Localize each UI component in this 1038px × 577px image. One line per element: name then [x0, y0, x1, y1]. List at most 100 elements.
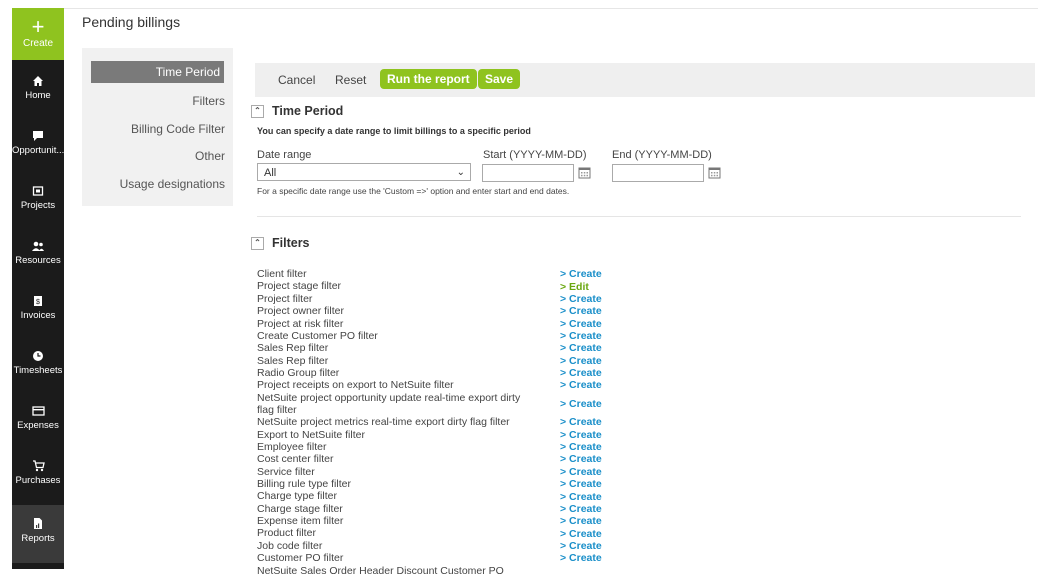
page-title: Pending billings [82, 14, 181, 30]
filter-name: Client filter [257, 268, 307, 281]
filter-row: Product filter > Create [257, 527, 617, 539]
filter-row: NetSuite project metrics real-time expor… [257, 416, 617, 428]
date-range-select[interactable]: All ⌄ [257, 163, 471, 181]
home-icon [33, 76, 43, 86]
clock-icon [33, 351, 43, 361]
svg-text:$: $ [36, 299, 40, 306]
filter-name: Expense item filter [257, 515, 344, 528]
filter-row: Export to NetSuite filter > Create [257, 429, 617, 441]
filter-create-link[interactable]: > Create [560, 416, 602, 428]
filter-name: Export to NetSuite filter [257, 428, 365, 441]
filter-name: Create Customer PO filter [257, 329, 378, 342]
filter-row: Project filter > Create [257, 293, 617, 305]
date-range-hint: For a specific date range use the 'Custo… [257, 186, 570, 196]
card-icon [31, 406, 45, 416]
calendar-icon[interactable] [708, 166, 721, 179]
filter-name: NetSuite Sales Order Header Discount Cus… [257, 564, 504, 577]
chevron-down-icon: ⌄ [456, 167, 465, 178]
filter-create-link[interactable]: > Create [560, 441, 602, 453]
nav-item-resources[interactable]: Resources [12, 240, 64, 290]
side-menu-billing-code-filter[interactable]: Billing Code Filter [131, 122, 225, 136]
filter-row: Employee filter > Create [257, 441, 617, 453]
filter-name: Service filter [257, 465, 315, 478]
nav-item-home[interactable]: Home [12, 75, 64, 125]
filter-create-link[interactable]: > Create [560, 342, 602, 354]
reset-button[interactable]: Reset [335, 73, 366, 87]
filter-row: Job code filter > Create [257, 540, 617, 552]
filter-name: Sales Rep filter [257, 354, 329, 367]
filter-row: Charge type filter > Create [257, 490, 617, 502]
nav-item-purchases[interactable]: Purchases [12, 460, 64, 510]
filter-name: Charge stage filter [257, 502, 343, 515]
filter-create-link[interactable]: > Create [560, 515, 602, 527]
filter-create-link[interactable]: > Create [560, 429, 602, 441]
projects-icon [32, 186, 44, 196]
filter-create-link[interactable]: > Create [560, 503, 602, 515]
side-menu-filters[interactable]: Filters [192, 94, 225, 108]
filter-row: Project receipts on export to NetSuite f… [257, 379, 617, 391]
filter-row: NetSuite project opportunity update real… [257, 392, 617, 417]
run-report-button[interactable]: Run the report [380, 69, 477, 89]
filter-name: NetSuite project opportunity update real… [257, 391, 521, 416]
nav-item-reports[interactable]: Reports [12, 505, 64, 563]
side-menu-other[interactable]: Other [195, 149, 225, 163]
filter-name: Billing rule type filter [257, 478, 351, 491]
filter-create-link[interactable]: > Create [560, 367, 602, 379]
collapse-icon[interactable]: ⌃ [251, 237, 264, 251]
filter-name: Product filter [257, 527, 316, 540]
filter-create-link[interactable]: > Create [560, 293, 602, 305]
filter-create-link[interactable]: > Create [560, 466, 602, 478]
filter-create-link[interactable]: > Create [560, 355, 602, 367]
create-button[interactable]: + Create [12, 8, 64, 60]
nav-item-opportunities[interactable]: Opportunit... [12, 130, 64, 180]
filter-create-link[interactable]: > Create [560, 540, 602, 552]
filter-name: NetSuite project metrics real-time expor… [257, 416, 510, 429]
filter-list: Client filter > Create Project stage filte… [257, 268, 617, 577]
filter-create-link[interactable]: > Create [560, 527, 602, 539]
filter-name: Project owner filter [257, 305, 344, 318]
chat-icon [33, 131, 43, 141]
filter-row: Radio Group filter > Create [257, 367, 617, 379]
start-date-label: Start (YYYY-MM-DD) [483, 149, 587, 161]
filter-row: Expense item filter > Create [257, 515, 617, 527]
collapse-icon[interactable]: ⌃ [251, 105, 264, 119]
header-divider [64, 8, 1038, 9]
report-side-menu: Time Period Filters Billing Code Filter … [82, 48, 233, 206]
nav-item-invoices[interactable]: $ Invoices [12, 295, 64, 345]
filter-create-link[interactable]: > Create [560, 379, 602, 391]
users-icon [32, 241, 44, 251]
filters-heading: ⌃ Filters [251, 236, 310, 251]
filter-row: Service filter > Create [257, 466, 617, 478]
save-button[interactable]: Save [478, 69, 521, 89]
filter-create-link[interactable]: > Create [560, 453, 602, 465]
left-navigation: + Create Home Opportunit... Projects Res… [12, 8, 64, 569]
plus-icon: + [31, 14, 45, 39]
cancel-button[interactable]: Cancel [278, 73, 315, 87]
filter-row: Client filter > Create [257, 268, 617, 280]
calendar-icon[interactable] [578, 166, 591, 179]
nav-item-expenses[interactable]: Expenses [12, 405, 64, 455]
filter-create-link[interactable]: > Create [560, 317, 602, 329]
nav-item-timesheets[interactable]: Timesheets [12, 350, 64, 400]
filter-row: Project at risk filter > Create [257, 317, 617, 329]
filter-create-link[interactable]: > Create [560, 398, 602, 410]
section-divider [257, 216, 1021, 217]
side-menu-time-period[interactable]: Time Period [91, 61, 224, 83]
filter-row: Sales Rep filter > Create [257, 355, 617, 367]
filter-row: Project stage filter > Edit [257, 280, 617, 292]
filter-create-link[interactable]: > Create [560, 490, 602, 502]
filter-create-link[interactable]: > Create [560, 552, 602, 564]
filter-create-link[interactable]: > Create [560, 478, 602, 490]
filter-edit-link[interactable]: > Edit [560, 280, 589, 292]
end-date-input[interactable] [612, 164, 704, 182]
side-menu-usage-designations[interactable]: Usage designations [120, 177, 225, 191]
filter-name: Radio Group filter [257, 366, 340, 379]
filter-create-link[interactable]: > Create [560, 305, 602, 317]
filter-create-link[interactable]: > Create [560, 268, 602, 280]
nav-item-projects[interactable]: Projects [12, 185, 64, 235]
filter-create-link[interactable]: > Create [560, 330, 602, 342]
filter-row: Cost center filter > Create [257, 453, 617, 465]
start-date-input[interactable] [482, 164, 574, 182]
filter-row: Project owner filter > Create [257, 305, 617, 317]
report-icon [34, 518, 42, 529]
